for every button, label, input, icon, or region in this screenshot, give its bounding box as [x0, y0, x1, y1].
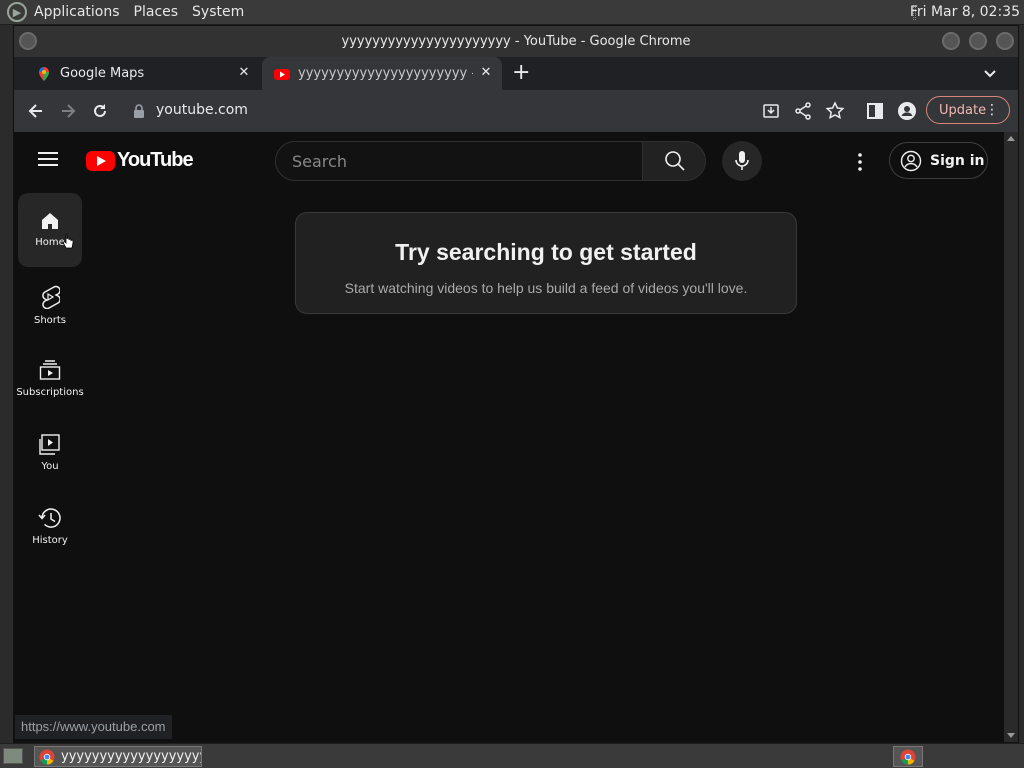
system-taskbar: yyyyyyyyyyyyyyyyyyyy... — [0, 743, 1024, 768]
search-input[interactable]: Search — [275, 141, 643, 181]
sign-in-label: Sign in — [930, 152, 985, 169]
scroll-down-arrow-icon[interactable] — [1007, 733, 1015, 738]
search-button[interactable] — [642, 141, 706, 181]
close-tab-icon[interactable]: ✕ — [478, 65, 494, 80]
chrome-icon — [39, 749, 55, 765]
lock-icon[interactable] — [132, 103, 146, 119]
address-bar[interactable]: youtube.com — [156, 102, 248, 118]
history-icon — [38, 508, 61, 528]
guide-item-home[interactable]: Home — [18, 193, 82, 267]
close-window-button[interactable] — [996, 32, 1014, 50]
places-menu[interactable]: Places — [134, 4, 179, 20]
tab-title: yyyyyyyyyyyyyyyyyyyyyy - YouTube — [298, 66, 473, 81]
taskbar-chrome-window[interactable]: yyyyyyyyyyyyyyyyyyyy... — [34, 746, 202, 767]
shorts-icon — [42, 285, 60, 309]
show-desktop-icon[interactable] — [3, 748, 23, 764]
close-tab-icon[interactable]: ✕ — [236, 65, 252, 80]
home-icon — [42, 213, 58, 229]
window-titlebar[interactable]: yyyyyyyyyyyyyyyyyyyyyy - YouTube - Googl… — [14, 26, 1018, 57]
bookmark-star-icon[interactable] — [825, 101, 845, 121]
chrome-window: yyyyyyyyyyyyyyyyyyyyyy - YouTube - Googl… — [13, 25, 1019, 743]
youtube-play-icon — [86, 150, 115, 171]
empty-state-subtitle: Start watching videos to help us build a… — [344, 280, 748, 296]
youtube-icon — [274, 68, 290, 80]
search-icon — [665, 151, 685, 171]
youtube-logo[interactable]: YouTube — [86, 149, 194, 172]
profile-icon[interactable] — [897, 101, 917, 121]
distro-logo-icon[interactable]: ▶ — [7, 2, 27, 22]
tab-google-maps[interactable]: Google Maps ✕ — [26, 57, 260, 90]
tab-strip: Google Maps ✕ yyyyyyyyyyyyyyyyyyyyyy - Y… — [14, 57, 1018, 90]
scroll-up-arrow-icon[interactable] — [1007, 136, 1015, 141]
clock[interactable]: Fri Mar 8, 02:35 — [910, 4, 1020, 20]
chrome-menu-icon[interactable]: ⋮ — [985, 101, 999, 119]
tray-chrome-icon[interactable] — [893, 746, 923, 767]
settings-kebab-icon[interactable] — [852, 152, 868, 172]
link-status-bubble: https://www.youtube.com — [15, 715, 172, 739]
you-icon — [39, 434, 60, 455]
system-top-panel: ▶ Applications Places System Fri Mar 8, … — [0, 0, 1024, 25]
guide-item-you[interactable]: You — [18, 415, 82, 489]
hand-cursor-icon — [62, 234, 74, 249]
empty-state-title: Try searching to get started — [395, 239, 697, 265]
window-menu-button[interactable] — [19, 32, 37, 50]
guide-label: Subscriptions — [16, 387, 84, 398]
youtube-wordmark: YouTube — [117, 149, 194, 171]
tab-youtube[interactable]: yyyyyyyyyyyyyyyyyyyyyy - YouTube ✕ — [262, 57, 502, 90]
search-placeholder: Search — [292, 151, 347, 171]
guide-label: Shorts — [33, 315, 67, 326]
chrome-icon — [900, 749, 916, 765]
window-title: yyyyyyyyyyyyyyyyyyyyyy - YouTube - Googl… — [341, 34, 691, 49]
guide-label: History — [32, 535, 68, 546]
update-label: Update — [939, 102, 987, 118]
update-button[interactable]: Update ⋮ — [926, 96, 1010, 124]
maps-pin-icon — [39, 66, 49, 81]
reload-icon[interactable] — [90, 101, 110, 121]
taskbar-window-label: yyyyyyyyyyyyyyyyyyyy... — [61, 749, 201, 764]
install-app-icon[interactable] — [761, 101, 781, 121]
back-arrow-icon[interactable] — [26, 101, 46, 121]
side-panel-icon[interactable] — [865, 101, 885, 121]
system-menu[interactable]: System — [192, 4, 244, 20]
minimize-button[interactable] — [942, 32, 960, 50]
youtube-page: YouTube Search Sign in Home Shorts Subsc… — [14, 132, 1004, 742]
page-scrollbar[interactable] — [1004, 132, 1018, 742]
guide-item-subscriptions[interactable]: Subscriptions — [16, 341, 84, 415]
microphone-icon — [735, 151, 749, 170]
empty-state-card: Try searching to get started Start watch… — [295, 212, 797, 314]
guide-menu-icon[interactable] — [38, 152, 58, 166]
new-tab-button[interactable]: + — [512, 61, 530, 85]
share-icon[interactable] — [793, 101, 813, 121]
youtube-masthead: YouTube Search Sign in — [14, 132, 1004, 188]
guide-label: You — [41, 461, 59, 472]
applications-menu[interactable]: Applications — [34, 4, 120, 20]
voice-search-button[interactable] — [722, 141, 762, 181]
guide-item-history[interactable]: History — [18, 489, 82, 563]
forward-arrow-icon[interactable] — [58, 101, 78, 121]
guide-label: Home — [35, 237, 65, 248]
tab-title: Google Maps — [60, 66, 145, 81]
browser-toolbar: youtube.com Update ⋮ — [14, 90, 1018, 132]
maximize-button[interactable] — [969, 32, 987, 50]
subscriptions-icon — [39, 360, 61, 380]
tab-search-chevron-icon[interactable] — [982, 65, 998, 81]
guide-item-shorts[interactable]: Shorts — [18, 267, 82, 341]
sign-in-button[interactable]: Sign in — [889, 142, 988, 179]
account-circle-icon — [900, 150, 922, 172]
